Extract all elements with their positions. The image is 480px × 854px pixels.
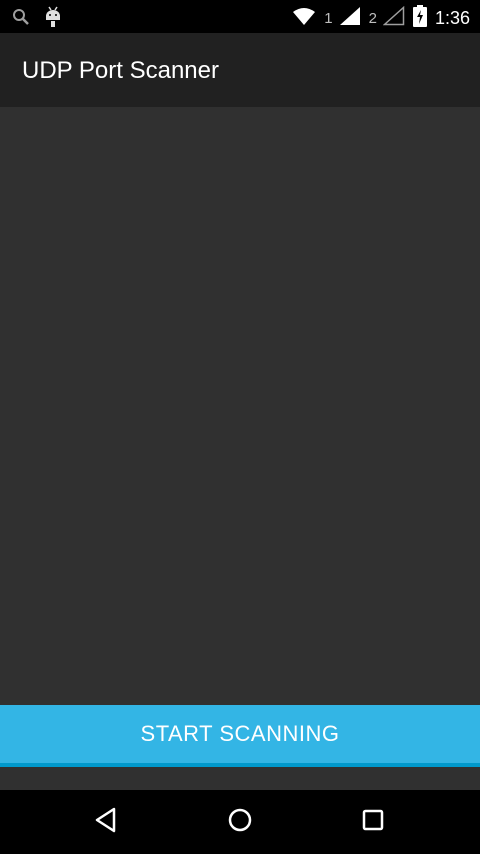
back-button[interactable] bbox=[86, 802, 126, 842]
battery-charging-icon bbox=[412, 5, 427, 32]
notification-icons bbox=[12, 6, 62, 33]
back-icon bbox=[92, 806, 120, 839]
home-button[interactable] bbox=[220, 802, 260, 842]
status-bar: 1 2 1:36 bbox=[0, 0, 480, 33]
app-title: UDP Port Scanner bbox=[22, 57, 219, 84]
system-status-icons: 1 2 1:36 bbox=[292, 5, 470, 32]
wifi-icon bbox=[292, 6, 316, 31]
sim2-label: 2 bbox=[368, 10, 377, 27]
scan-results-area bbox=[0, 107, 480, 704]
search-icon bbox=[12, 8, 30, 31]
sim1-label: 1 bbox=[324, 10, 333, 27]
start-scanning-button[interactable]: START SCANNING bbox=[0, 705, 480, 767]
recents-button[interactable] bbox=[353, 802, 393, 842]
clock: 1:36 bbox=[434, 8, 470, 28]
signal-strength-full-icon bbox=[339, 6, 361, 31]
home-icon bbox=[226, 806, 254, 839]
signal-strength-empty-icon bbox=[382, 5, 405, 31]
navigation-bar bbox=[0, 790, 480, 854]
recents-icon bbox=[359, 806, 387, 839]
android-debug-icon bbox=[44, 6, 62, 33]
action-bar: UDP Port Scanner bbox=[0, 33, 480, 107]
